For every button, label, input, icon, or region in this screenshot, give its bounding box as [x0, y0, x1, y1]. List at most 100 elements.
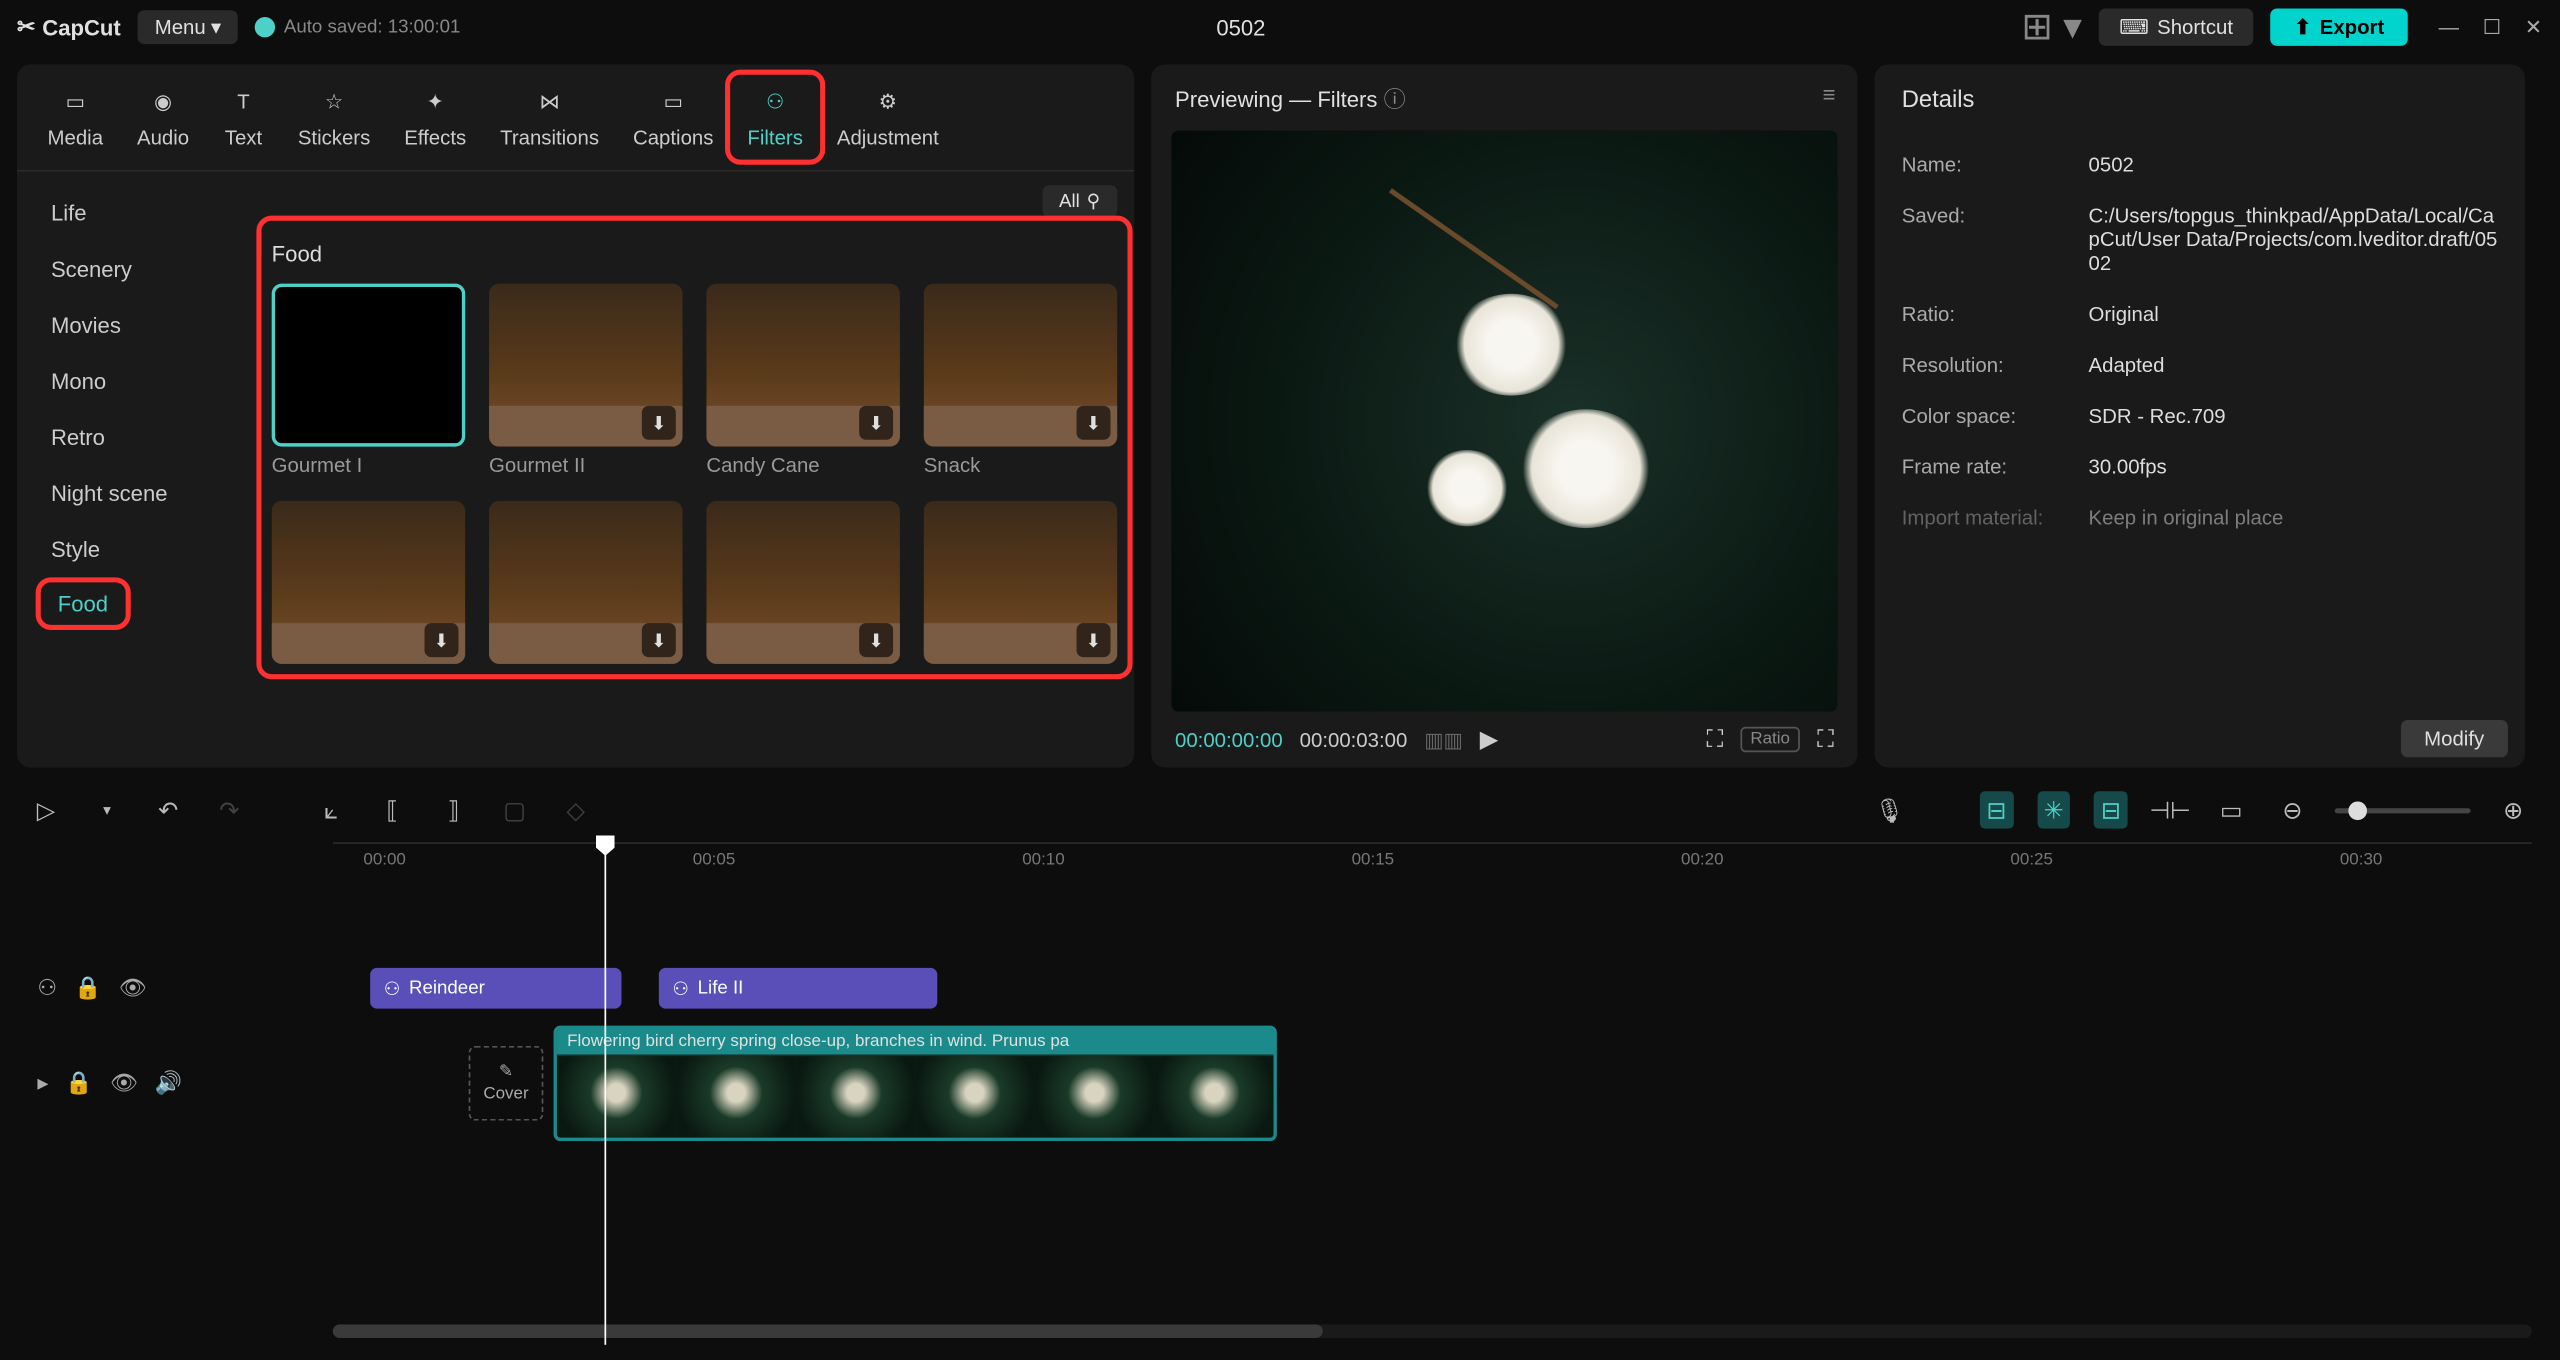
filter-thumb[interactable]: ⬇: [706, 501, 900, 664]
lock-icon[interactable]: 🔒: [65, 1070, 92, 1097]
lock-icon[interactable]: 🔒: [74, 975, 101, 1002]
cat-style[interactable]: Style: [17, 521, 255, 577]
playhead[interactable]: [604, 842, 606, 1345]
eye-icon[interactable]: 👁: [110, 1070, 138, 1097]
filter-card[interactable]: ⬇ Candy Cane: [706, 284, 900, 478]
maximize-button[interactable]: ☐: [2483, 15, 2501, 39]
filter-thumb[interactable]: ⬇: [489, 501, 683, 664]
filter-clip-life[interactable]: ⚇ Life II: [659, 968, 937, 1009]
app-logo: ✂ CapCut: [17, 14, 121, 41]
modify-button[interactable]: Modify: [2400, 720, 2508, 757]
zoom-out-button[interactable]: ⊖: [2274, 791, 2311, 828]
download-icon[interactable]: ⬇: [425, 623, 459, 657]
filter-thumb[interactable]: ⬇: [706, 284, 900, 447]
snap-tool-1[interactable]: ⊟: [1980, 791, 2014, 828]
compare-icon[interactable]: ▥▥: [1424, 728, 1463, 752]
download-icon[interactable]: ⬇: [1077, 623, 1111, 657]
pointer-tool[interactable]: ▷: [27, 791, 64, 828]
timeline-scrollbar[interactable]: [333, 1324, 2532, 1338]
trim-right-tool[interactable]: ⟧: [435, 791, 472, 828]
filter-card[interactable]: Gourmet I: [272, 284, 466, 478]
filter-thumb[interactable]: [272, 284, 466, 447]
snap-tool-3[interactable]: ⊟: [2094, 791, 2128, 828]
align-tool[interactable]: ⊣⊢: [2151, 791, 2188, 828]
tab-stickers[interactable]: ☆Stickers: [281, 75, 387, 160]
effects-icon: ✦: [415, 85, 456, 119]
filter-card[interactable]: ⬇: [489, 501, 683, 664]
tab-media[interactable]: ▭Media: [31, 75, 120, 160]
download-icon[interactable]: ⬇: [642, 406, 676, 440]
shield-tool[interactable]: ◇: [557, 791, 594, 828]
filter-track-icon[interactable]: ⚇: [37, 975, 57, 1002]
cat-mono[interactable]: Mono: [17, 353, 255, 409]
redo-button[interactable]: ↷: [211, 791, 248, 828]
download-icon[interactable]: ⬇: [1077, 406, 1111, 440]
undo-button[interactable]: ↶: [149, 791, 186, 828]
preview-tool[interactable]: ▭: [2212, 791, 2249, 828]
filter-thumb[interactable]: ⬇: [924, 284, 1118, 447]
preview-viewport[interactable]: [1172, 131, 1838, 712]
cat-scenery[interactable]: Scenery: [17, 241, 255, 297]
tab-captions[interactable]: ▭Captions: [616, 75, 730, 160]
filter-thumb[interactable]: ⬇: [924, 501, 1118, 664]
filter-card[interactable]: ⬇: [272, 501, 466, 664]
zoom-slider[interactable]: [2335, 807, 2471, 812]
layout-icon[interactable]: ⊞ ▾: [2021, 5, 2081, 49]
tab-effects[interactable]: ✦Effects: [387, 75, 483, 160]
mute-icon[interactable]: 🔊: [155, 1070, 182, 1097]
zoom-in-button[interactable]: ⊕: [2494, 791, 2531, 828]
cat-movies[interactable]: Movies: [17, 297, 255, 353]
tab-text[interactable]: TText: [206, 75, 281, 160]
shortcut-button[interactable]: ⌨ Shortcut: [2099, 8, 2254, 45]
cover-button[interactable]: ✎ Cover: [469, 1046, 544, 1121]
filters-icon: ⚇: [755, 85, 796, 119]
project-title: 0502: [477, 14, 2004, 39]
ratio-badge[interactable]: Ratio: [1740, 727, 1800, 752]
export-button[interactable]: ⬆ Export: [2270, 8, 2408, 45]
menu-button[interactable]: Menu ▾: [138, 10, 238, 44]
cat-night-scene[interactable]: Night scene: [17, 465, 255, 521]
filter-all-button[interactable]: All ⚲: [1042, 185, 1117, 217]
split-tool[interactable]: ⟀: [312, 791, 349, 828]
tab-audio[interactable]: ◉Audio: [120, 75, 206, 160]
filter-thumb[interactable]: ⬇: [489, 284, 683, 447]
filter-thumb[interactable]: ⬇: [272, 501, 466, 664]
mic-icon[interactable]: 🎙: [1871, 791, 1908, 828]
filter-card[interactable]: ⬇ Snack: [924, 284, 1118, 478]
tab-transitions[interactable]: ⋈Transitions: [483, 75, 616, 160]
filter-card[interactable]: ⬇: [924, 501, 1118, 664]
filter-card[interactable]: ⬇ Gourmet II: [489, 284, 683, 478]
tab-adjustment[interactable]: ⚙Adjustment: [820, 75, 956, 160]
preview-menu-icon[interactable]: ≡: [1823, 82, 1834, 114]
filter-grid: Gourmet I ⬇ Gourmet II ⬇ Candy Cane ⬇: [272, 284, 1118, 664]
tab-filters[interactable]: ⚇Filters: [730, 75, 819, 160]
video-clip[interactable]: Flowering bird cherry spring close-up, b…: [554, 1026, 1277, 1141]
library-panel: ▭Media ◉Audio TText ☆Stickers ✦Effects ⋈…: [17, 65, 1134, 768]
download-icon[interactable]: ⬇: [859, 623, 893, 657]
timeline-toolbar: ▷ ▾ ↶ ↷ ⟀ ⟦ ⟧ ▢ ◇ 🎙 ⊟ ✳ ⊟ ⊣⊢ ▭ ⊖ ⊕: [0, 778, 2559, 843]
pointer-dropdown[interactable]: ▾: [88, 791, 125, 828]
download-icon[interactable]: ⬇: [642, 623, 676, 657]
eye-icon[interactable]: 👁: [119, 975, 147, 1002]
delete-tool[interactable]: ▢: [496, 791, 533, 828]
snap-tool-2[interactable]: ✳: [2037, 791, 2071, 828]
close-button[interactable]: ✕: [2525, 15, 2542, 39]
filter-card[interactable]: ⬇: [706, 501, 900, 664]
cat-life[interactable]: Life: [17, 185, 255, 241]
cat-retro[interactable]: Retro: [17, 409, 255, 465]
titlebar: ✂ CapCut Menu ▾ Auto saved: 13:00:01 050…: [0, 0, 2559, 54]
info-icon[interactable]: ⓘ: [1384, 87, 1406, 112]
minimize-button[interactable]: —: [2439, 15, 2459, 39]
fullscreen-icon[interactable]: ⛶: [1817, 725, 1834, 754]
video-track-icon[interactable]: ▸: [37, 1070, 48, 1097]
preview-panel: Previewing — Filters ⓘ ≡ 00:00:00:00 00:…: [1151, 65, 1857, 768]
cat-food[interactable]: Food: [41, 582, 125, 624]
upload-icon: ⬆: [2294, 15, 2311, 39]
play-button[interactable]: ▶: [1480, 725, 1498, 754]
trim-left-tool[interactable]: ⟦: [374, 791, 411, 828]
details-panel: Details Name:0502 Saved:C:/Users/topgus_…: [1875, 65, 2525, 768]
timeline-ruler[interactable]: 00:00 00:05 00:10 00:15 00:20 00:25 00:3…: [333, 842, 2532, 883]
download-icon[interactable]: ⬇: [859, 406, 893, 440]
scale-icon[interactable]: ⛶: [1707, 725, 1724, 754]
filter-clip-reindeer[interactable]: ⚇ Reindeer: [370, 968, 621, 1009]
